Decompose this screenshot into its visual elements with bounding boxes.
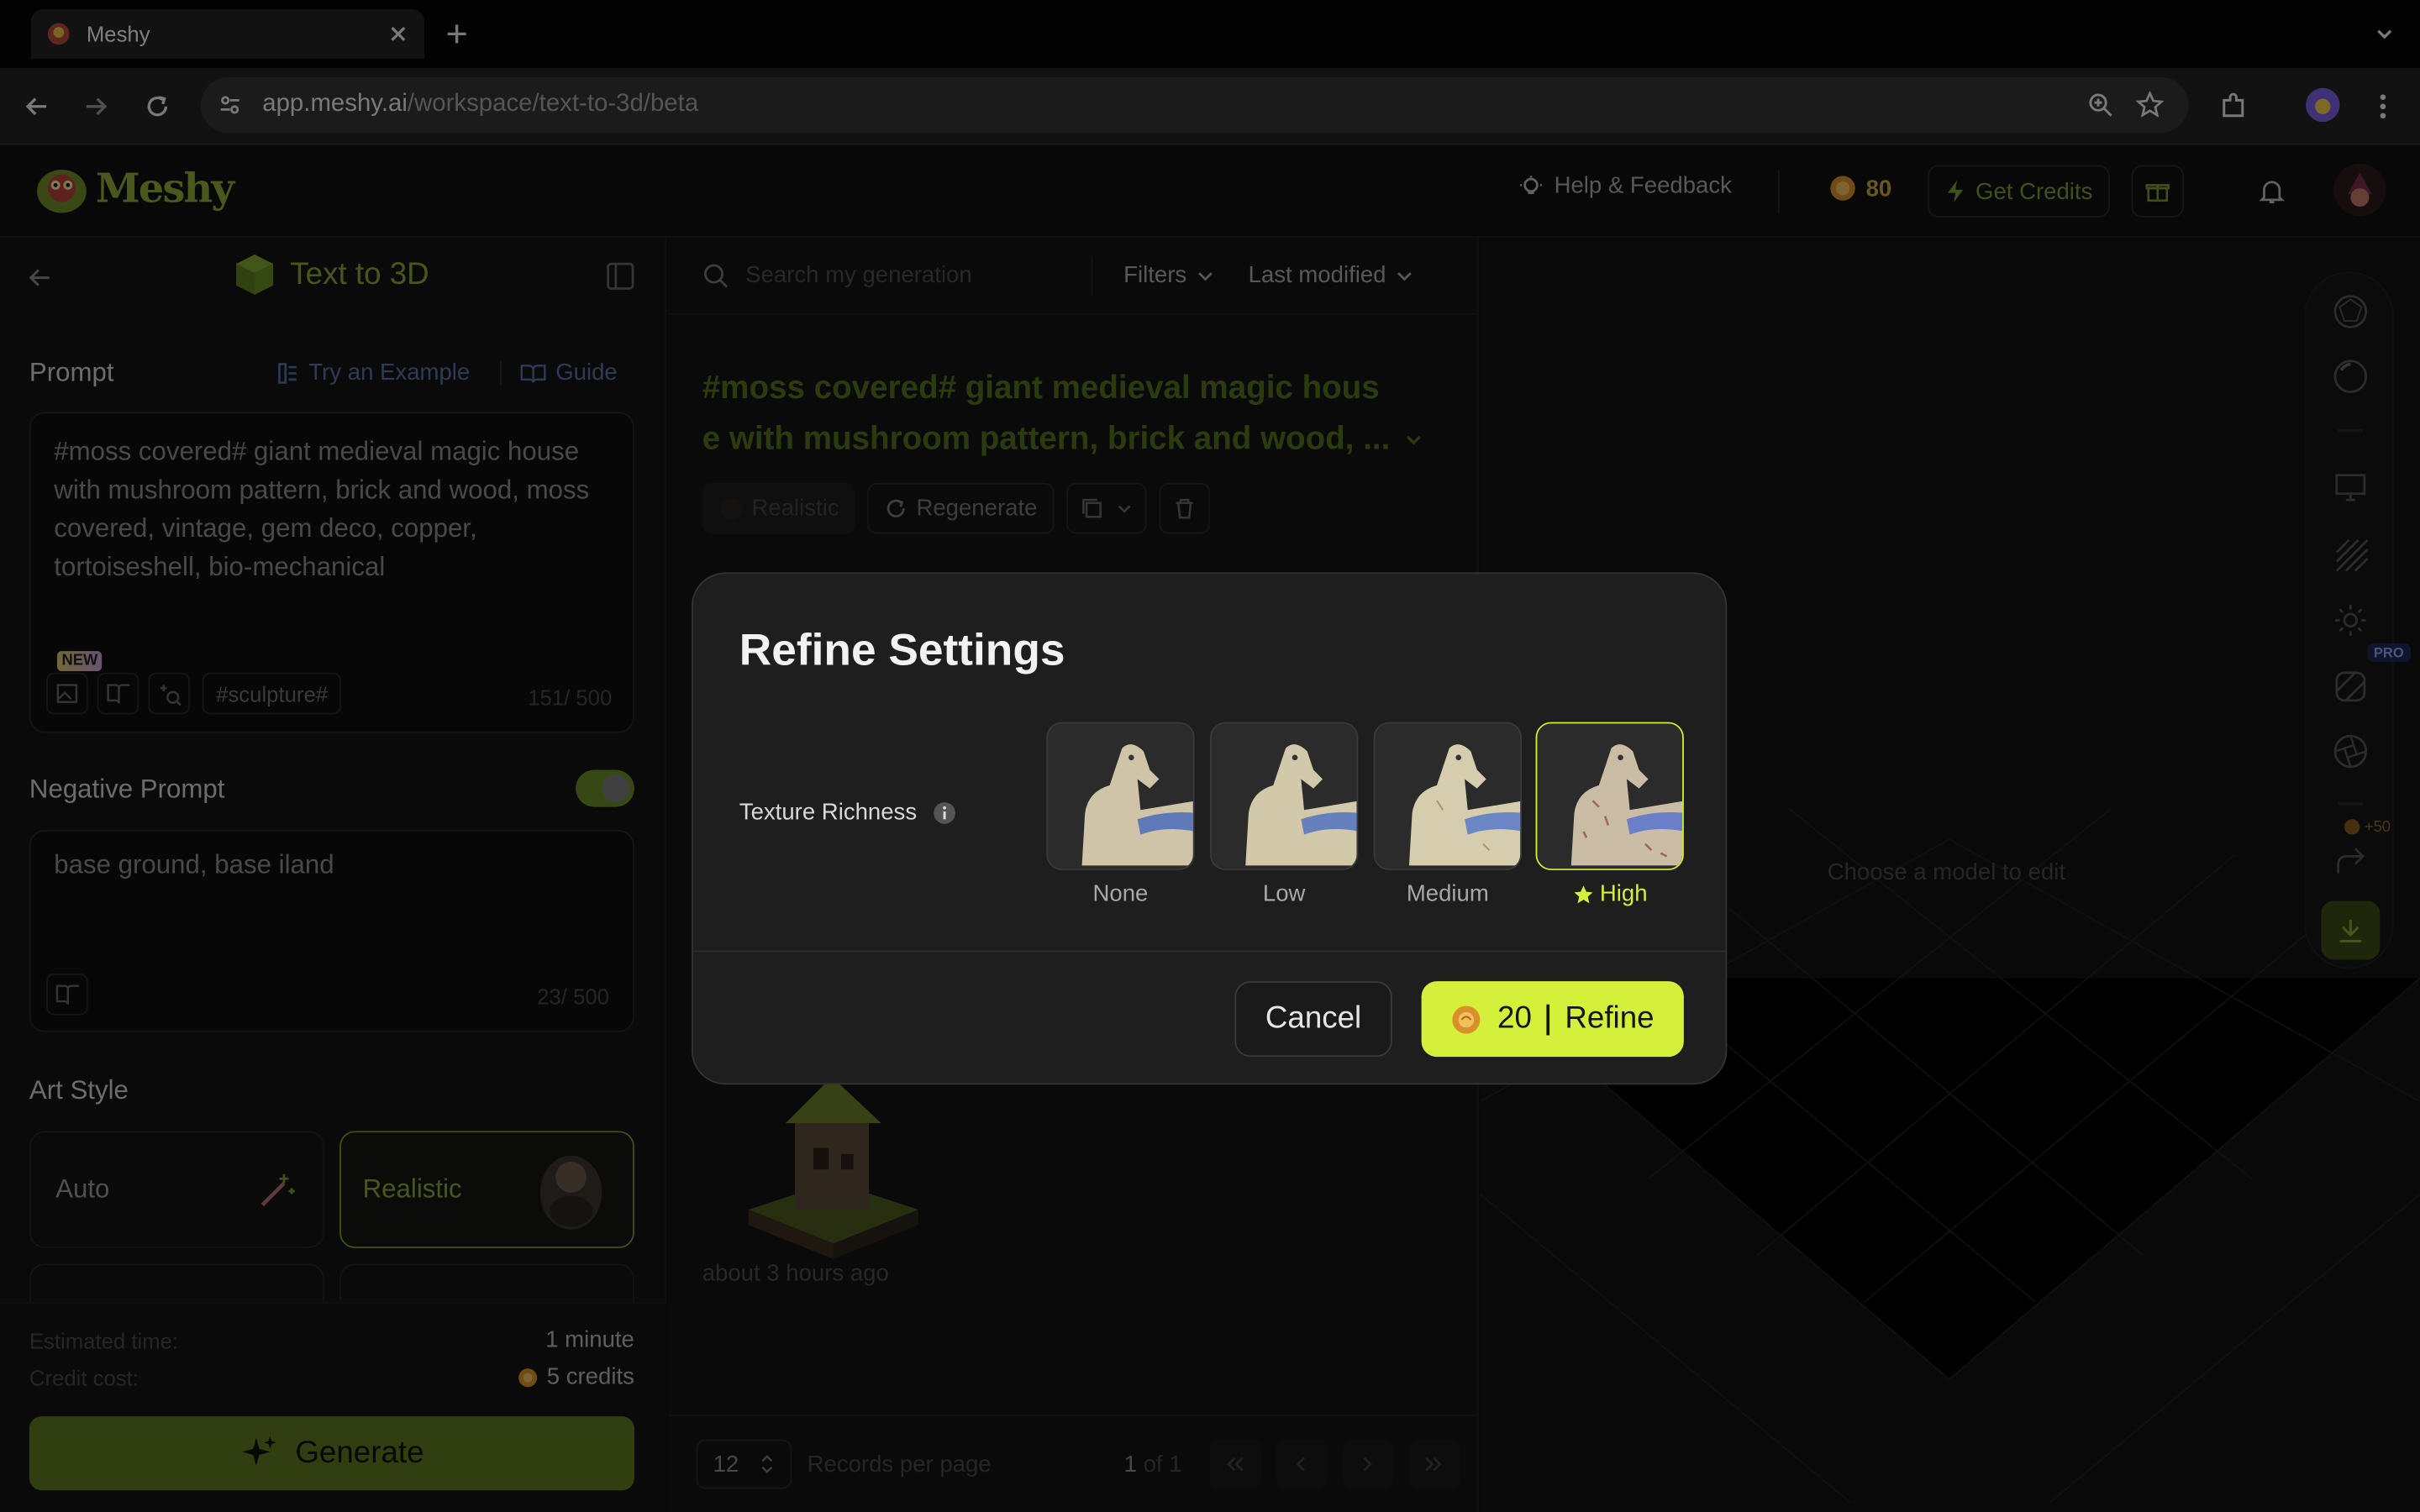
refine-cost: 20	[1497, 1001, 1532, 1036]
refine-label: Refine	[1565, 1001, 1655, 1036]
refine-button[interactable]: 20 Refine	[1421, 981, 1684, 1058]
option-label-low: Low	[1262, 880, 1306, 907]
dialog-divider	[692, 950, 1726, 953]
info-icon[interactable]	[932, 800, 956, 824]
refine-settings-dialog: Refine Settings Texture Richness None Lo…	[691, 572, 1728, 1085]
texture-option-low[interactable]: Low	[1209, 722, 1359, 907]
cancel-button[interactable]: Cancel	[1234, 981, 1392, 1058]
texture-option-medium[interactable]: Medium	[1373, 722, 1523, 907]
option-thumbnail	[1373, 722, 1523, 870]
option-label-medium: Medium	[1406, 880, 1489, 907]
option-label-high: High	[1536, 881, 1684, 907]
texture-option-none[interactable]: None	[1046, 722, 1195, 907]
dialog-title: Refine Settings	[739, 626, 1065, 676]
option-thumbnail	[1209, 722, 1359, 870]
texture-richness-label: Texture Richness	[739, 799, 957, 826]
star-icon	[1573, 885, 1592, 903]
option-label-none: None	[1092, 880, 1149, 907]
divider	[1547, 1003, 1550, 1035]
option-thumbnail	[1046, 722, 1195, 870]
option-thumbnail	[1535, 722, 1684, 870]
coin-icon	[1452, 1005, 1481, 1033]
texture-option-high[interactable]: High	[1535, 722, 1684, 907]
